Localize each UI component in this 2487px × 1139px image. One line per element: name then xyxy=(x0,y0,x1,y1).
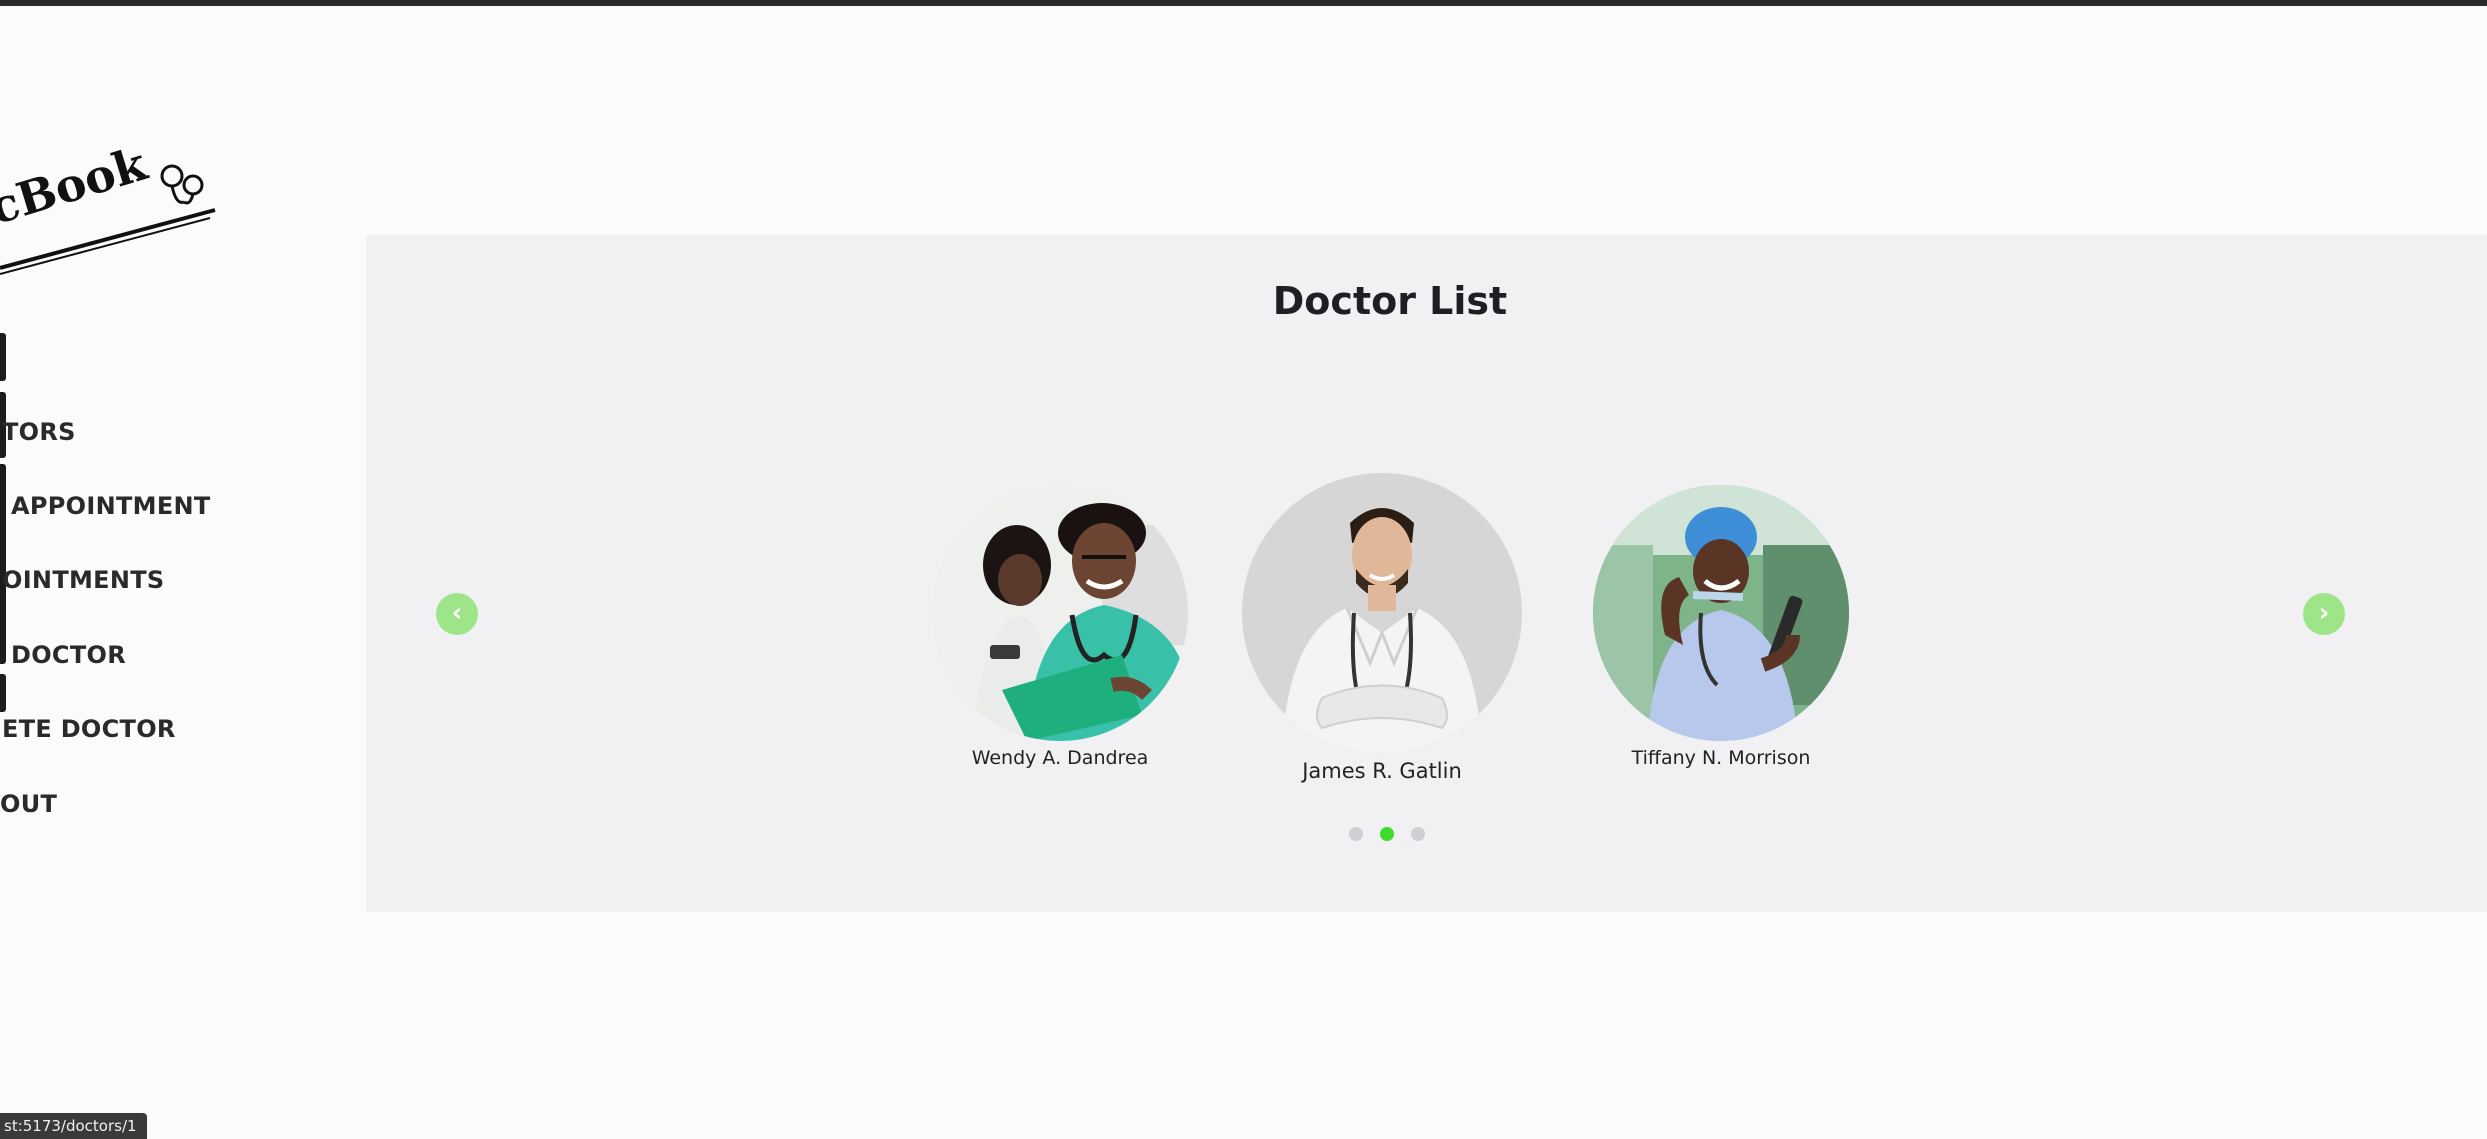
window-top-bar xyxy=(0,0,2487,6)
stethoscope-icon xyxy=(160,164,204,205)
carousel-prev-button[interactable]: ‹ xyxy=(436,593,478,635)
doctor-name: Tiffany N. Morrison xyxy=(1631,747,1811,769)
sidebar-item-appointments[interactable]: OINTMENTS xyxy=(2,566,165,594)
page-title: Doctor List xyxy=(1272,279,1508,323)
sidebar-item-book-appointment[interactable]: APPOINTMENT xyxy=(11,492,211,520)
carousel-dot-2-active[interactable] xyxy=(1380,827,1394,841)
chevron-left-icon: ‹ xyxy=(451,598,463,628)
nav-marker xyxy=(0,464,6,664)
nav-active-marker xyxy=(0,333,6,381)
sidebar-item-add-doctor[interactable]: DOCTOR xyxy=(11,641,126,669)
carousel-dot-1[interactable] xyxy=(1349,827,1363,841)
chevron-right-icon: › xyxy=(2318,598,2330,628)
doctor-name: James R. Gatlin xyxy=(1302,759,1462,783)
doctor-card[interactable]: Wendy A. Dandrea xyxy=(930,485,1190,769)
doctor-photo[interactable] xyxy=(932,485,1188,741)
doctor-photo[interactable] xyxy=(1593,485,1849,741)
nav-marker xyxy=(0,674,6,712)
sidebar-item-logout[interactable]: OUT xyxy=(0,790,57,818)
doctor-photo[interactable] xyxy=(1242,473,1522,753)
doctor-card[interactable]: Tiffany N. Morrison xyxy=(1591,485,1851,769)
doctor-name: Wendy A. Dandrea xyxy=(971,747,1149,769)
status-bar-url: st:5173/doctors/1 xyxy=(0,1113,147,1139)
carousel-dot-3[interactable] xyxy=(1411,827,1425,841)
doctor-list-panel: Doctor List ‹ › Wendy A. Dandrea James R… xyxy=(366,235,2487,912)
doctor-card-active[interactable]: James R. Gatlin xyxy=(1242,473,1522,783)
sidebar-item-doctors[interactable]: TORS xyxy=(2,418,76,446)
app-logo[interactable]: ocBook xyxy=(0,137,230,290)
carousel-next-button[interactable]: › xyxy=(2303,593,2345,635)
sidebar-item-delete-doctor[interactable]: ETE DOCTOR xyxy=(2,715,176,743)
